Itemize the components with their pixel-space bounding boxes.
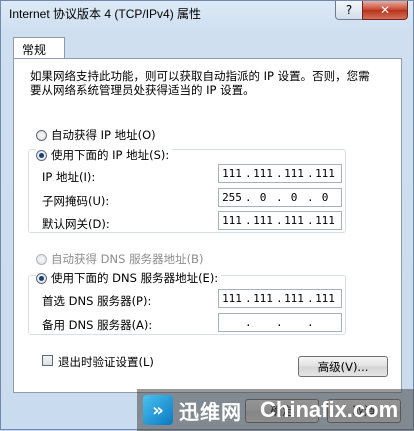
ip-octet: 255 [222, 191, 242, 204]
preferred-dns-label: 首选 DNS 服务器(P): [42, 294, 152, 308]
title-bar[interactable]: Internet 协议版本 4 (TCP/IPv4) 属性 ? ✕ [1, 1, 413, 23]
description-text: 如果网络支持此功能，则可以获取自动指派的 IP 设置。否则，您需要从网络系统管理… [30, 69, 370, 97]
ip-address-input[interactable]: 111. 111. 111. 111 [218, 164, 342, 183]
ip-octet: 111 [222, 214, 242, 227]
ip-auto-radio[interactable] [36, 129, 47, 141]
gateway-input[interactable]: 111. 111. 111. 111 [218, 211, 342, 230]
close-icon: ✕ [379, 3, 391, 17]
watermark-logo-icon: » [143, 395, 173, 425]
dns-manual-label: 使用下面的 DNS 服务器地址(E): [51, 271, 219, 285]
ip-octet: 111 [253, 167, 273, 180]
watermark-en-text: Chinafix.com [260, 397, 399, 422]
ip-octet: 111 [315, 292, 335, 305]
help-icon: ? [345, 3, 353, 17]
dialog-window: Internet 协议版本 4 (TCP/IPv4) 属性 ? ✕ 常规 如果网… [0, 0, 414, 431]
alternate-dns-label: 备用 DNS 服务器(A): [42, 318, 153, 332]
ip-octet: 0 [259, 191, 267, 204]
ip-address-label: IP 地址(I): [42, 170, 96, 184]
ip-manual-radio[interactable] [36, 149, 47, 161]
ip-octet: 0 [290, 191, 298, 204]
octet-dot: . [307, 316, 314, 329]
dns-manual-radio[interactable] [36, 272, 47, 284]
dns-auto-radio[interactable] [36, 253, 47, 265]
ip-octet: 0 [321, 191, 329, 204]
ip-octet: 111 [222, 292, 242, 305]
ip-manual-label: 使用下面的 IP 地址(S): [51, 148, 170, 162]
ip-auto-option[interactable]: 自动获得 IP 地址(O) [36, 127, 156, 143]
gateway-label: 默认网关(D): [42, 217, 110, 231]
alternate-dns-input[interactable]: . . . [218, 313, 342, 332]
ip-octet: 111 [284, 292, 304, 305]
validate-label: 退出时验证设置(L) [58, 355, 154, 369]
subnet-mask-input[interactable]: 255. 0. 0. 0 [218, 188, 342, 207]
validate-checkbox[interactable] [42, 355, 53, 366]
octet-dot: . [276, 316, 283, 329]
ip-octet: 111 [315, 214, 335, 227]
close-button[interactable]: ✕ [362, 1, 408, 20]
subnet-mask-label: 子网掩码(U): [42, 194, 110, 208]
window-title: Internet 协议版本 4 (TCP/IPv4) 属性 [9, 7, 202, 21]
help-button[interactable]: ? [335, 1, 363, 20]
ip-manual-option[interactable]: 使用下面的 IP 地址(S): [36, 147, 173, 163]
ip-octet: 111 [253, 214, 273, 227]
ip-octet: 111 [222, 167, 242, 180]
watermark-banner: » 迅维网 Chinafix.com [137, 389, 414, 431]
dns-manual-option[interactable]: 使用下面的 DNS 服务器地址(E): [36, 270, 222, 286]
tab-general[interactable]: 常规 [13, 37, 65, 59]
ip-octet: 111 [284, 167, 304, 180]
preferred-dns-input[interactable]: 111. 111. 111. 111 [218, 289, 342, 308]
dns-auto-label: 自动获得 DNS 服务器地址(B) [51, 252, 204, 266]
general-panel: 如果网络支持此功能，则可以获取自动指派的 IP 设置。否则，您需要从网络系统管理… [13, 58, 402, 393]
octet-dot: . [245, 316, 252, 329]
ip-octet: 111 [284, 214, 304, 227]
ip-auto-label: 自动获得 IP 地址(O) [51, 128, 156, 142]
advanced-button[interactable]: 高级(V)... [298, 356, 388, 377]
ip-octet: 111 [253, 292, 273, 305]
watermark-cn-text: 迅维网 [179, 399, 242, 424]
dns-auto-option[interactable]: 自动获得 DNS 服务器地址(B) [36, 251, 203, 267]
ip-octet: 111 [315, 167, 335, 180]
